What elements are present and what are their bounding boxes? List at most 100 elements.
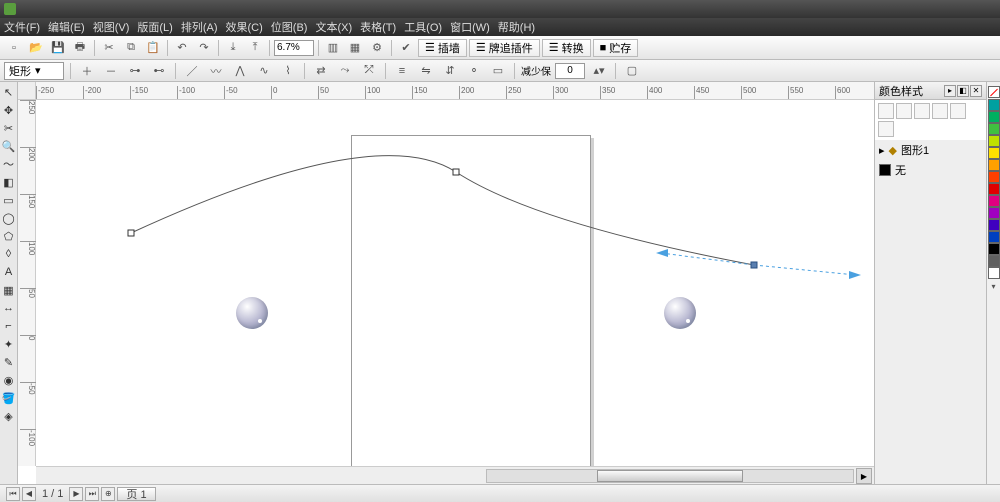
menu-bitmap[interactable]: 位图(B) [271,19,308,35]
menu-arrange[interactable]: 排列(A) [181,19,218,35]
color-swatch[interactable] [988,207,1000,219]
node-mid[interactable] [453,169,460,176]
options-icon[interactable]: ⚙ [367,39,387,57]
align-nodes-icon[interactable]: ≡ [392,62,412,80]
page-add-icon[interactable]: ⊕ [101,487,115,501]
select-all-nodes-icon[interactable]: ▭ [488,62,508,80]
copy-icon[interactable]: ⧉ [121,39,141,57]
cs-icon-5[interactable] [950,103,966,119]
fill-tool-icon[interactable]: 🪣 [1,390,17,406]
menu-table[interactable]: 表格(T) [360,19,396,35]
menu-view[interactable]: 视图(V) [93,19,130,35]
menu-text[interactable]: 文本(X) [315,19,352,35]
color-swatch[interactable] [988,111,1000,123]
h-scroll-thumb[interactable] [597,470,743,482]
crop-tool-icon[interactable]: ✂ [1,120,17,136]
canvas[interactable] [36,100,874,466]
color-swatch[interactable] [988,171,1000,183]
to-curve-icon[interactable]: 〰 [206,62,226,80]
pick-tool-icon[interactable]: ↖ [1,84,17,100]
color-swatch[interactable] [988,267,1000,279]
zoom-tool-icon[interactable]: 🔍 [1,138,17,154]
page-next-icon[interactable]: ▶ [69,487,83,501]
shape-dropdown[interactable]: 矩形▾ [4,62,64,80]
cs-icon-2[interactable] [896,103,912,119]
page-prev-icon[interactable]: ◀ [22,487,36,501]
table-tool-icon[interactable]: ▦ [1,282,17,298]
color-swatch[interactable] [988,255,1000,267]
docker-close-icon[interactable]: ✕ [970,85,982,97]
reverse-icon[interactable]: ⇄ [311,62,331,80]
shape-tool-icon[interactable]: ✥ [1,102,17,118]
layer-item-none[interactable]: 无 [875,160,986,180]
plugin-button[interactable]: ☰牌追插件 [469,39,540,57]
color-swatch[interactable] [988,99,1000,111]
print-icon[interactable]: 🖶 [70,39,90,57]
node-end[interactable] [751,262,758,269]
layer-expand-icon[interactable]: ▸ [879,144,885,157]
page-tab-1[interactable]: 页 1 [117,487,155,501]
ellipse-tool-icon[interactable]: ◯ [1,210,17,226]
step-input[interactable] [555,63,585,79]
ruler-horizontal[interactable]: -250-200-150-100-50050100150200250300350… [36,82,874,100]
rectangle-tool-icon[interactable]: ▭ [1,192,17,208]
node-join-icon[interactable]: ⊶ [125,62,145,80]
color-swatch[interactable] [988,195,1000,207]
ruler-origin[interactable] [18,82,36,100]
cut-icon[interactable]: ✂ [99,39,119,57]
zoom-input[interactable] [274,40,314,56]
basic-shapes-icon[interactable]: ◊ [1,246,17,262]
extract-icon[interactable]: ⤱ [359,62,379,80]
node-start[interactable] [128,230,135,237]
connector-tool-icon[interactable]: ⌐ [1,318,17,334]
insert-button[interactable]: ☰插墙 [418,39,467,57]
eyedropper-tool-icon[interactable]: ✎ [1,354,17,370]
layer-item-1[interactable]: ▸ ◆ 图形1 [875,140,986,160]
node-add-icon[interactable]: ＋ [77,62,97,80]
sphere-object-1[interactable] [236,297,268,329]
paste-icon[interactable]: 📋 [143,39,163,57]
cs-icon-4[interactable] [932,103,948,119]
polygon-tool-icon[interactable]: ⬠ [1,228,17,244]
scroll-right-icon[interactable]: ▶ [856,468,872,484]
save-icon[interactable]: 💾 [48,39,68,57]
smart-fill-icon[interactable]: ◧ [1,174,17,190]
grid-icon[interactable]: ▦ [345,39,365,57]
freehand-tool-icon[interactable]: 〜 [1,156,17,172]
undo-icon[interactable]: ↶ [172,39,192,57]
color-swatch[interactable] [988,183,1000,195]
docker-pin-icon[interactable]: ◧ [957,85,969,97]
cs-icon-6[interactable] [878,121,894,137]
menu-layout[interactable]: 版面(L) [137,19,172,35]
menu-tools[interactable]: 工具(O) [404,19,442,35]
reflect-v-icon[interactable]: ⇵ [440,62,460,80]
color-none[interactable] [988,86,1000,98]
sphere-object-2[interactable] [664,297,696,329]
redo-icon[interactable]: ↷ [194,39,214,57]
symm-icon[interactable]: ⌇ [278,62,298,80]
docker-menu-icon[interactable]: ▸ [944,85,956,97]
reflect-h-icon[interactable]: ⇋ [416,62,436,80]
color-swatch[interactable] [988,147,1000,159]
cs-icon-1[interactable] [878,103,894,119]
snap-icon[interactable]: ▥ [323,39,343,57]
text-tool-icon[interactable]: A [1,264,17,280]
step-spin-icon[interactable]: ▴▾ [589,62,609,80]
menu-effects[interactable]: 效果(C) [226,19,263,35]
color-swatch[interactable] [988,243,1000,255]
node-del-icon[interactable]: － [101,62,121,80]
cs-icon-3[interactable] [914,103,930,119]
export-icon[interactable]: ⤒ [245,39,265,57]
to-line-icon[interactable]: ／ [182,62,202,80]
extend-icon[interactable]: ⤳ [335,62,355,80]
h-scroll-track[interactable] [486,469,854,483]
node-break-icon[interactable]: ⊷ [149,62,169,80]
open-icon[interactable]: 📂 [26,39,46,57]
color-swatch[interactable] [988,135,1000,147]
color-swatch[interactable] [988,123,1000,135]
docker-title-colorstyles[interactable]: 颜色样式 ▸ ◧ ✕ [875,82,986,100]
smooth-icon[interactable]: ∿ [254,62,274,80]
import-icon[interactable]: ⤓ [223,39,243,57]
palette-scroll-icon[interactable]: ▾ [988,280,1000,292]
cusp-icon[interactable]: ⋀ [230,62,250,80]
